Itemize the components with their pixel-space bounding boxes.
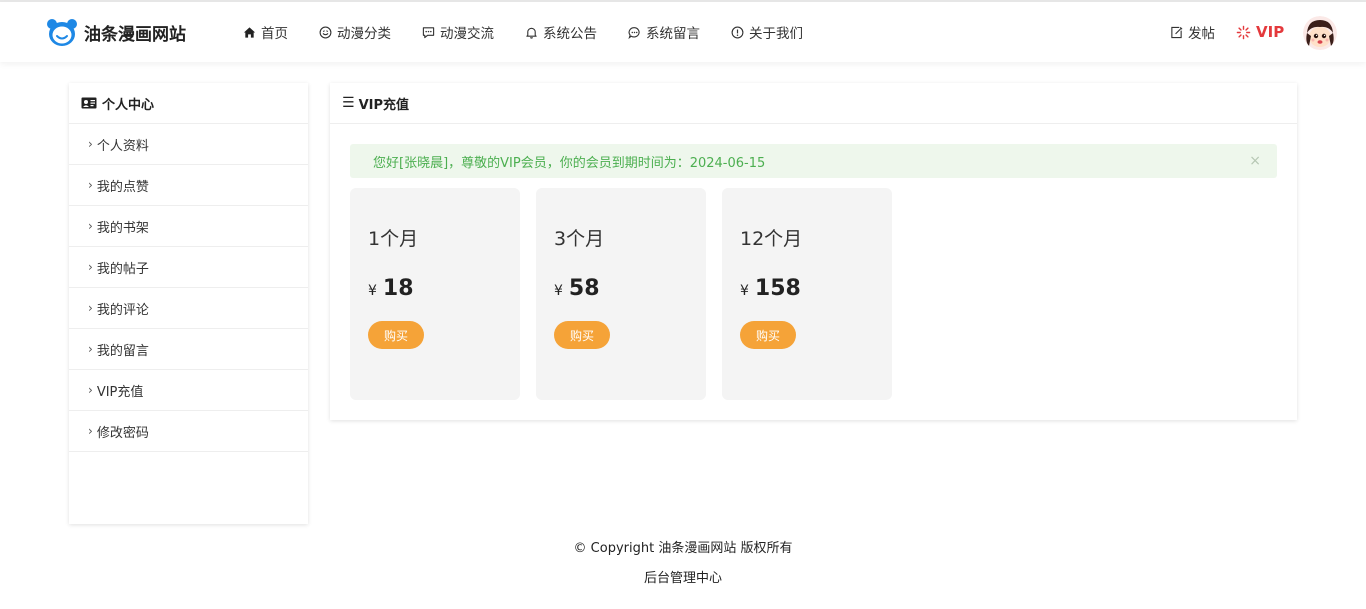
chevron-right-icon: › <box>88 178 93 192</box>
sidebar-item-profile[interactable]: › 个人资料 <box>69 124 308 165</box>
vip-button[interactable]: VIP <box>1236 2 1284 62</box>
sidebar-item-label: 我的帖子 <box>96 261 149 277</box>
sidebar-item-bookshelf[interactable]: › 我的书架 <box>69 206 308 247</box>
admin-center-link[interactable]: 后台管理中心 <box>0 567 1366 586</box>
nav-announcement[interactable]: 系统公告 <box>525 22 597 42</box>
nav-forum[interactable]: 动漫交流 <box>422 22 494 42</box>
chat-icon <box>628 26 641 39</box>
sidebar-item-label: 我的书架 <box>96 220 149 236</box>
chevron-right-icon: › <box>88 424 93 438</box>
price-amount: 58 <box>568 276 600 301</box>
nav-about-label: 关于我们 <box>749 26 803 42</box>
nav-about[interactable]: 关于我们 <box>731 22 803 42</box>
chevron-right-icon: › <box>88 301 93 315</box>
site-logo[interactable]: 油条漫画网站 <box>45 16 186 48</box>
sidebar-item-change-password[interactable]: › 修改密码 <box>69 411 308 452</box>
plan-card: 1个月 ¥ 18 购买 <box>350 188 520 400</box>
vip-recharge-panel: ☰ VIP充值 您好[张晓晨]，尊敬的VIP会员，你的会员到期时间为：2024-… <box>330 83 1297 420</box>
nav-home[interactable]: 首页 <box>243 22 288 42</box>
user-avatar[interactable] <box>1303 16 1337 50</box>
sidebar-item-posts[interactable]: › 我的帖子 <box>69 247 308 288</box>
sidebar-item-label: 我的留言 <box>96 343 149 359</box>
nav-category-label: 动漫分类 <box>337 26 391 42</box>
buy-button[interactable]: 购买 <box>740 321 796 349</box>
panel-header: ☰ VIP充值 <box>330 83 1297 124</box>
chevron-right-icon: › <box>88 219 93 233</box>
sidebar-item-messages[interactable]: › 我的留言 <box>69 329 308 370</box>
user-center-sidebar: 个人中心 › 个人资料 › 我的点赞 › 我的书架 › 我的帖子 › 我的评论 › 我的留言… <box>69 83 308 524</box>
nav-category[interactable]: 动漫分类 <box>319 22 391 42</box>
nav-guestbook[interactable]: 系统留言 <box>628 22 700 42</box>
chevron-right-icon: › <box>88 137 93 151</box>
membership-alert: 您好[张晓晨]，尊敬的VIP会员，你的会员到期时间为：2024-06-15 × <box>350 144 1277 178</box>
price-amount: 18 <box>382 276 414 301</box>
sidebar-item-label: VIP充值 <box>96 384 144 400</box>
price-amount: 158 <box>754 276 801 301</box>
sidebar-item-vip-recharge[interactable]: › VIP充值 <box>69 370 308 411</box>
currency-symbol: ¥ <box>368 283 377 299</box>
vip-button-label: VIP <box>1256 23 1285 41</box>
menu-icon: ☰ <box>342 95 355 111</box>
buy-button[interactable]: 购买 <box>554 321 610 349</box>
sidebar-item-label: 我的评论 <box>96 302 149 318</box>
chevron-right-icon: › <box>88 342 93 356</box>
panel-title: VIP充值 <box>358 97 409 113</box>
currency-symbol: ¥ <box>554 283 563 299</box>
top-header: 油条漫画网站 首页 动漫分类 动漫交流 系统公告 系统留言 关于我们 发帖 VI… <box>0 2 1366 62</box>
nav-forum-label: 动漫交流 <box>440 26 494 42</box>
post-button[interactable]: 发帖 <box>1170 2 1215 62</box>
currency-symbol: ¥ <box>740 283 749 299</box>
nav-guestbook-label: 系统留言 <box>646 26 700 42</box>
close-icon[interactable]: × <box>1249 153 1261 169</box>
plan-price: ¥ 18 <box>368 276 414 301</box>
chevron-right-icon: › <box>88 260 93 274</box>
home-icon <box>243 26 256 39</box>
plan-price: ¥ 158 <box>740 276 801 301</box>
sidebar-item-label: 修改密码 <box>96 425 149 441</box>
smile-icon <box>319 26 332 39</box>
plan-price: ¥ 58 <box>554 276 600 301</box>
nav-home-label: 首页 <box>261 26 288 42</box>
bear-logo-icon <box>47 19 77 46</box>
plan-title: 12个月 <box>740 228 803 250</box>
site-name: 油条漫画网站 <box>84 24 186 45</box>
info-icon <box>731 26 744 39</box>
alert-text: 您好[张晓晨]，尊敬的VIP会员，你的会员到期时间为：2024-06-15 <box>373 155 766 171</box>
bell-icon <box>525 26 538 39</box>
footer-copyright: © Copyright 油条漫画网站 版权所有 <box>573 541 793 556</box>
sidebar-title: 个人中心 <box>102 97 155 113</box>
plan-card: 3个月 ¥ 58 购买 <box>536 188 706 400</box>
post-button-label: 发帖 <box>1188 26 1215 42</box>
vip-sparkle-icon <box>1236 25 1251 39</box>
plan-title: 1个月 <box>368 228 419 250</box>
plan-card: 12个月 ¥ 158 购买 <box>722 188 892 400</box>
sidebar-item-comments[interactable]: › 我的评论 <box>69 288 308 329</box>
chevron-right-icon: › <box>88 383 93 397</box>
sidebar-item-label: 个人资料 <box>96 138 149 154</box>
edit-icon <box>1171 26 1183 38</box>
sidebar-item-label: 我的点赞 <box>96 179 149 195</box>
plan-title: 3个月 <box>554 228 605 250</box>
nav-announcement-label: 系统公告 <box>543 26 597 42</box>
sidebar-item-likes[interactable]: › 我的点赞 <box>69 165 308 206</box>
buy-button[interactable]: 购买 <box>368 321 424 349</box>
id-card-icon <box>81 97 97 109</box>
main-nav: 首页 动漫分类 动漫交流 系统公告 系统留言 关于我们 <box>243 2 834 62</box>
sidebar-header: 个人中心 <box>69 83 308 124</box>
message-icon <box>422 26 435 39</box>
